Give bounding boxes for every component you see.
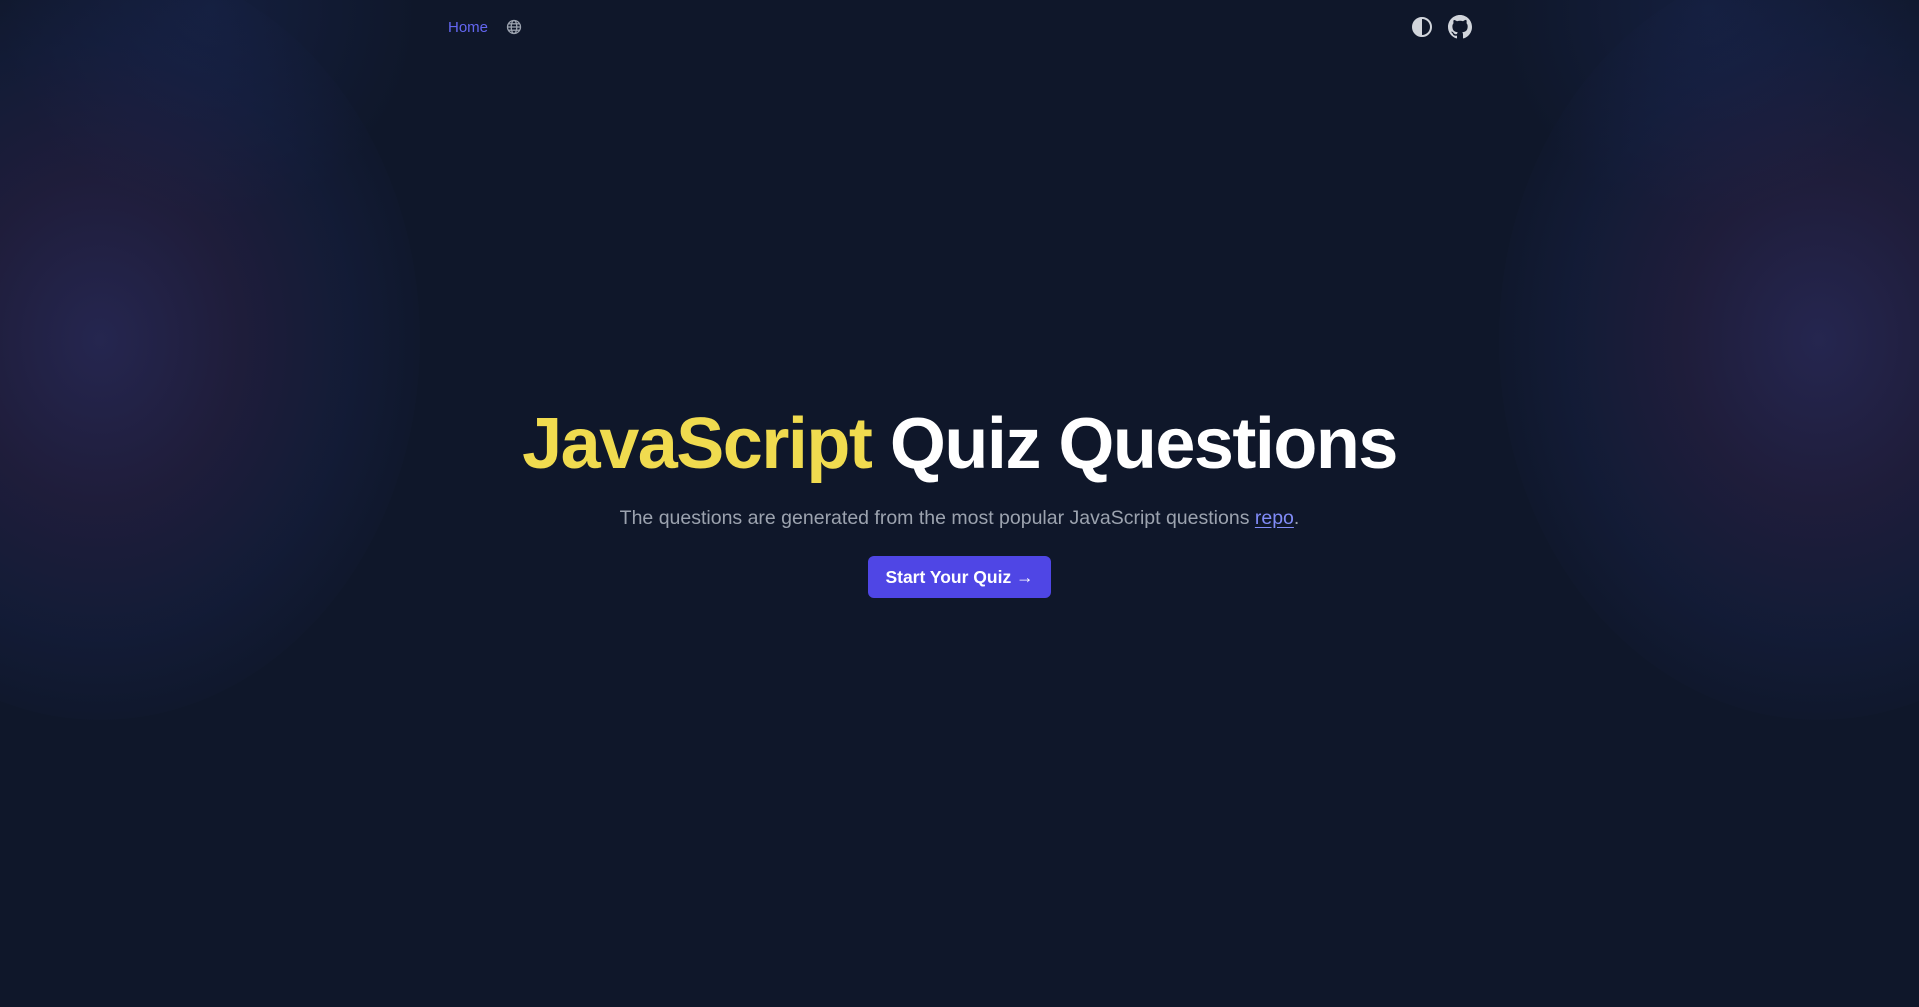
start-quiz-button[interactable]: Start Your Quiz → xyxy=(868,556,1051,598)
navbar: Home xyxy=(448,12,1472,42)
background-glow-top-right xyxy=(1499,0,1919,220)
globe-icon[interactable] xyxy=(502,15,526,39)
github-icon[interactable] xyxy=(1448,15,1472,39)
page-title: JavaScript Quiz Questions xyxy=(0,398,1919,490)
title-accent: JavaScript xyxy=(522,404,873,484)
repo-link[interactable]: repo xyxy=(1255,507,1294,529)
hero-subtitle: The questions are generated from the mos… xyxy=(0,504,1919,532)
nav-right-group xyxy=(1396,15,1472,39)
home-link[interactable]: Home xyxy=(448,19,488,36)
hero-section: JavaScript Quiz Questions The questions … xyxy=(0,398,1919,598)
page: Home JavaScript Quiz Questions The quest… xyxy=(0,0,1919,1007)
subtitle-suffix: . xyxy=(1293,507,1300,529)
title-rest: Quiz Questions xyxy=(889,404,1399,484)
contrast-icon[interactable] xyxy=(1410,15,1434,39)
background-glow-right xyxy=(1499,0,1919,720)
subtitle-text: The questions are generated from the mos… xyxy=(619,507,1250,529)
background-glow-top-left xyxy=(0,0,420,220)
background-glow-left xyxy=(0,0,420,720)
nav-left-group: Home xyxy=(448,15,526,39)
